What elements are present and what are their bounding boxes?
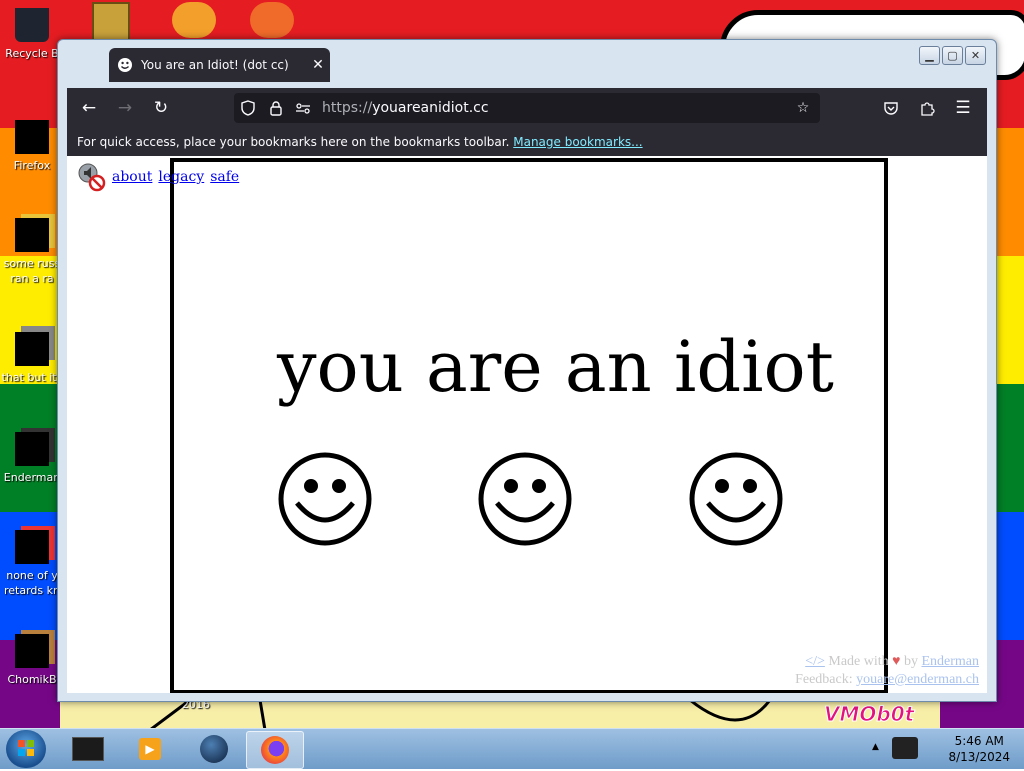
folder-icon xyxy=(72,737,104,761)
source-code-icon[interactable]: </> xyxy=(805,654,825,669)
bookmarks-toolbar-text: For quick access, place your bookmarks h… xyxy=(77,135,643,149)
heart-icon: ♥ xyxy=(892,654,901,669)
desktop-icon-file-3[interactable]: none of y retards kn xyxy=(0,530,64,598)
desktop-icon-label: that but its xyxy=(1,371,63,384)
start-button[interactable] xyxy=(6,730,46,768)
made-with-line: </> Made with ♥ by Enderman xyxy=(795,653,979,671)
credits: </> Made with ♥ by Enderman Feedback: yo… xyxy=(795,653,979,689)
page-headline: you are an idiot xyxy=(277,326,834,408)
bookmarks-toolbar: For quick access, place your bookmarks h… xyxy=(67,128,987,156)
reload-icon[interactable]: ↻ xyxy=(149,96,173,120)
smiley-face-icon xyxy=(278,452,372,546)
close-window-button[interactable]: ✕ xyxy=(965,46,986,65)
by-text: by xyxy=(903,654,918,669)
legacy-link[interactable]: legacy xyxy=(158,169,204,185)
feedback-label: Feedback: xyxy=(795,672,853,687)
smiley-face-icon xyxy=(689,452,783,546)
desktop-icon-label: Firefox xyxy=(13,159,51,172)
desktop-icon-recycle-bin[interactable]: Recycle B xyxy=(0,8,64,61)
safe-link[interactable]: safe xyxy=(210,169,239,185)
desktop-icon-chomik[interactable]: ChomikB xyxy=(0,634,64,687)
smiley-face-icon xyxy=(478,452,572,546)
desktop-icon-enderman[interactable]: Enderman xyxy=(0,432,64,485)
desktop-icon-label: none of y retards kn xyxy=(4,569,60,597)
desktop-icon-file-2[interactable]: that but its xyxy=(0,332,64,385)
url-host: youareanidiot.cc xyxy=(372,100,489,116)
maximize-button[interactable]: ▢ xyxy=(942,46,963,65)
author-link[interactable]: Enderman xyxy=(921,654,979,669)
menu-hamburger-icon[interactable]: ☰ xyxy=(951,96,975,120)
media-player-icon: ▶ xyxy=(139,738,161,760)
desktop-icon-label: ChomikB xyxy=(7,673,57,686)
back-arrow-icon[interactable]: ← xyxy=(77,96,101,120)
minimize-button[interactable]: ▁ xyxy=(919,46,940,65)
url-scheme: https:// xyxy=(322,100,373,116)
window-controls: ▁ ▢ ✕ xyxy=(919,46,986,65)
manage-bookmarks-link[interactable]: Manage bookmarks... xyxy=(513,135,642,149)
desktop-icon-top-3[interactable] xyxy=(250,2,294,38)
tab-youareanidiot[interactable]: You are an Idiot! (dot cc) ✕ xyxy=(109,48,330,82)
navigation-toolbar: ← → ↻ https://youareanidiot.cc ☆ ☰ xyxy=(67,88,987,128)
file-stack-icon xyxy=(15,332,49,366)
desktop-icon-label: Recycle B xyxy=(5,47,59,60)
tray-app-icon[interactable] xyxy=(892,737,918,759)
taskbar-item-globe[interactable] xyxy=(186,731,242,767)
about-link[interactable]: about xyxy=(112,169,152,185)
taskbar-item-explorer[interactable] xyxy=(60,731,116,767)
system-tray: ▲ 5:46 AM 8/13/2024 xyxy=(864,729,1024,769)
top-links: about legacy safe xyxy=(76,162,245,192)
browser-window: You are an Idiot! (dot cc) ✕ ▁ ▢ ✕ ← → ↻… xyxy=(57,39,997,702)
page-content: about legacy safe you are an idiot </> M… xyxy=(67,156,987,693)
show-hidden-icons-icon[interactable]: ▲ xyxy=(872,742,879,752)
idiot-frame xyxy=(170,158,888,693)
desktop-icon-top-2[interactable] xyxy=(172,2,216,38)
taskbar: ▶ ▲ 5:46 AM 8/13/2024 xyxy=(0,728,1024,769)
forward-arrow-icon[interactable]: → xyxy=(113,96,137,120)
document-icon xyxy=(15,432,49,466)
bookmarks-prompt: For quick access, place your bookmarks h… xyxy=(77,135,510,149)
permissions-icon[interactable] xyxy=(294,99,312,117)
lock-icon[interactable] xyxy=(267,99,285,117)
firefox-icon xyxy=(15,120,49,154)
shield-icon[interactable] xyxy=(239,99,257,117)
chomik-icon xyxy=(15,634,49,668)
taskbar-item-firefox[interactable] xyxy=(246,731,304,769)
firefox-icon xyxy=(261,736,289,764)
wallpaper-signature: VMOb0t xyxy=(823,702,915,727)
close-tab-icon[interactable]: ✕ xyxy=(306,57,330,73)
windows-logo-icon xyxy=(18,740,34,756)
desktop-icon-label: some russ ran a ra xyxy=(3,257,61,285)
tab-title: You are an Idiot! (dot cc) xyxy=(141,58,289,72)
extensions-icon[interactable] xyxy=(915,96,939,120)
muted-speaker-icon[interactable] xyxy=(76,162,106,192)
made-with-text: Made with xyxy=(828,654,889,669)
chrome-icon xyxy=(15,530,49,564)
desktop-icon-label: Enderman xyxy=(3,471,61,484)
desktop-icon-file-1[interactable]: some russ ran a ra xyxy=(0,218,64,286)
file-icon xyxy=(15,218,49,252)
url-text[interactable]: https://youareanidiot.cc xyxy=(322,100,489,116)
url-bar[interactable]: https://youareanidiot.cc ☆ xyxy=(234,93,820,123)
smiley-favicon-icon xyxy=(118,58,132,72)
clock-date: 8/13/2024 xyxy=(948,750,1010,764)
taskbar-item-media-player[interactable]: ▶ xyxy=(122,731,178,767)
pocket-icon[interactable] xyxy=(879,96,903,120)
desktop-icon-firefox[interactable]: Firefox xyxy=(0,120,64,173)
recycle-bin-icon xyxy=(15,8,49,42)
feedback-line: Feedback: youare@enderman.ch xyxy=(795,671,979,689)
globe-icon xyxy=(200,735,228,763)
clock[interactable]: 5:46 AM 8/13/2024 xyxy=(948,733,1010,765)
desktop-icon-top-1[interactable] xyxy=(92,2,130,42)
feedback-email-link[interactable]: youare@enderman.ch xyxy=(856,672,979,687)
clock-time: 5:46 AM xyxy=(954,734,1004,748)
bookmark-star-icon[interactable]: ☆ xyxy=(794,99,812,117)
